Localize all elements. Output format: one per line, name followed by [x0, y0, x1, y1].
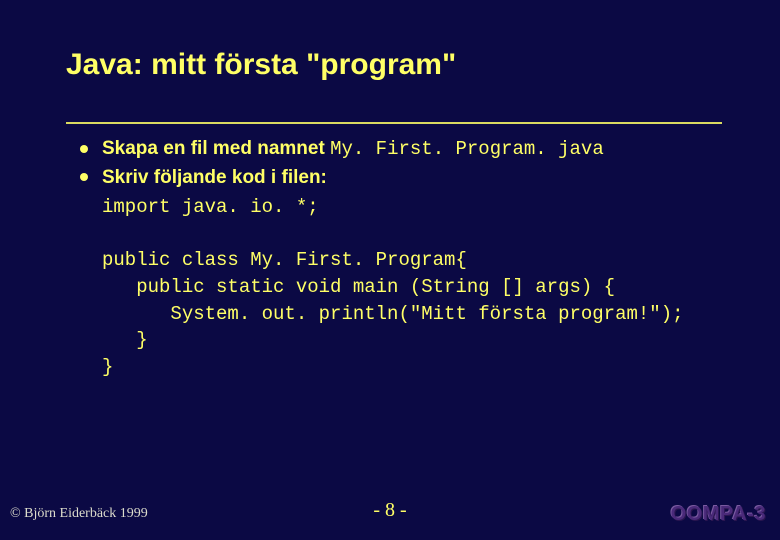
- bullet-text: Skapa en fil med namnet: [102, 138, 330, 159]
- slide-title: Java: mitt första "program": [66, 48, 456, 82]
- footer-course-code: OOMPA-3: [671, 503, 766, 526]
- bullet-item: Skriv följande kod i filen:: [78, 165, 722, 191]
- slide-content: Skapa en fil med namnet My. First. Progr…: [78, 136, 722, 380]
- code-block: import java. io. *; public class My. Fir…: [102, 194, 722, 380]
- footer-page-number: - 8 -: [0, 499, 780, 522]
- bullet-text: Skriv följande kod i filen:: [102, 167, 327, 188]
- bullet-list: Skapa en fil med namnet My. First. Progr…: [78, 136, 722, 190]
- bullet-code: My. First. Program. java: [330, 138, 604, 160]
- slide: Java: mitt första "program" Skapa en fil…: [0, 0, 780, 540]
- bullet-item: Skapa en fil med namnet My. First. Progr…: [78, 136, 722, 163]
- title-underline: [66, 122, 722, 124]
